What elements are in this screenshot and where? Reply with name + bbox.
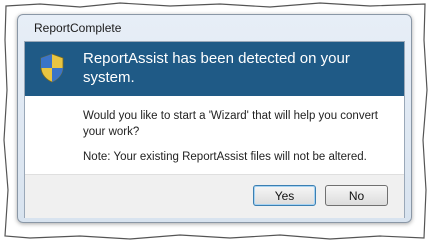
yes-button[interactable]: Yes bbox=[253, 185, 316, 206]
dialog-client-area: ReportAssist has been detected on your s… bbox=[24, 41, 405, 218]
window-title: ReportComplete bbox=[34, 21, 122, 35]
dialog-note: Note: Your existing ReportAssist files w… bbox=[83, 151, 367, 163]
no-button[interactable]: No bbox=[325, 185, 388, 206]
dialog-window: ReportComplete ReportAssist has been det… bbox=[17, 14, 412, 223]
dialog-banner: ReportAssist has been detected on your s… bbox=[25, 42, 404, 96]
dialog-heading: ReportAssist has been detected on your s… bbox=[83, 50, 350, 86]
button-bar: Yes No bbox=[25, 174, 404, 218]
dialog-question: Would you like to start a 'Wizard' that … bbox=[83, 110, 379, 138]
uac-shield-icon bbox=[40, 53, 64, 83]
